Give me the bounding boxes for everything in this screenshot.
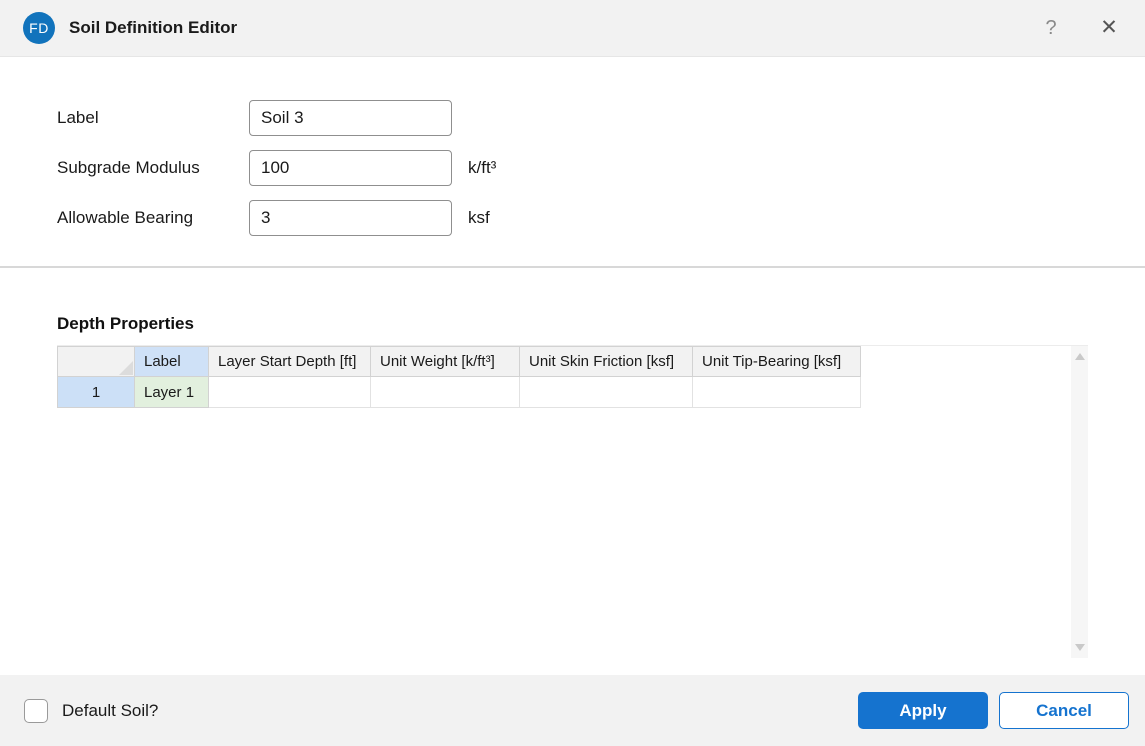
window-title: Soil Definition Editor xyxy=(69,18,238,37)
column-header-unit-weight[interactable]: Unit Weight [k/ft³] xyxy=(370,346,520,377)
subgrade-modulus-input[interactable] xyxy=(249,150,452,186)
subgrade-modulus-unit: k/ft³ xyxy=(468,158,497,177)
depth-properties-title: Depth Properties xyxy=(57,314,194,333)
titlebar: FD Soil Definition Editor ? ✕ xyxy=(0,0,1145,57)
select-all-corner-icon xyxy=(119,361,133,375)
close-icon[interactable]: ✕ xyxy=(1091,10,1127,46)
column-header-unit-skin-friction[interactable]: Unit Skin Friction [ksf] xyxy=(519,346,693,377)
app-logo-icon: FD xyxy=(23,12,55,44)
cell-unit-skin-friction[interactable] xyxy=(519,376,693,408)
select-all-corner[interactable] xyxy=(57,346,135,377)
scroll-down-icon[interactable] xyxy=(1074,644,1085,651)
table-header-row: Label Layer Start Depth [ft] Unit Weight… xyxy=(57,346,861,377)
form-row-label: Label xyxy=(57,100,496,136)
depth-properties-grid: Label Layer Start Depth [ft] Unit Weight… xyxy=(57,345,1088,658)
allowable-bearing-input[interactable] xyxy=(249,200,452,236)
cell-unit-weight[interactable] xyxy=(370,376,520,408)
soil-form: Label Subgrade Modulus k/ft³ Allowable B… xyxy=(57,100,496,250)
default-soil-label: Default Soil? xyxy=(62,700,159,720)
form-row-allowable-bearing: Allowable Bearing ksf xyxy=(57,200,496,236)
cell-unit-tip-bearing[interactable] xyxy=(692,376,861,408)
label-input[interactable] xyxy=(249,100,452,136)
table-row: 1 Layer 1 xyxy=(57,376,861,408)
depth-properties-table: Label Layer Start Depth [ft] Unit Weight… xyxy=(57,346,861,408)
grid-content: Label Layer Start Depth [ft] Unit Weight… xyxy=(57,346,1071,658)
cancel-button[interactable]: Cancel xyxy=(999,692,1129,729)
vertical-scrollbar[interactable] xyxy=(1071,346,1088,658)
apply-button[interactable]: Apply xyxy=(858,692,988,729)
subgrade-modulus-label: Subgrade Modulus xyxy=(57,158,200,177)
column-header-label[interactable]: Label xyxy=(134,346,209,377)
row-number-cell[interactable]: 1 xyxy=(57,376,135,408)
cell-label[interactable]: Layer 1 xyxy=(134,376,209,408)
footer-bar: Default Soil? Apply Cancel xyxy=(0,675,1145,746)
section-divider xyxy=(0,266,1145,268)
column-header-layer-start-depth[interactable]: Layer Start Depth [ft] xyxy=(208,346,371,377)
form-row-subgrade-modulus: Subgrade Modulus k/ft³ xyxy=(57,150,496,186)
column-header-unit-tip-bearing[interactable]: Unit Tip-Bearing [ksf] xyxy=(692,346,861,377)
allowable-bearing-label: Allowable Bearing xyxy=(57,208,194,227)
label-field-label: Label xyxy=(57,108,99,127)
scroll-up-icon[interactable] xyxy=(1074,353,1085,360)
cell-layer-start-depth[interactable] xyxy=(208,376,371,408)
allowable-bearing-unit: ksf xyxy=(468,208,490,227)
default-soil-checkbox[interactable] xyxy=(24,698,48,723)
help-icon[interactable]: ? xyxy=(1033,10,1069,46)
